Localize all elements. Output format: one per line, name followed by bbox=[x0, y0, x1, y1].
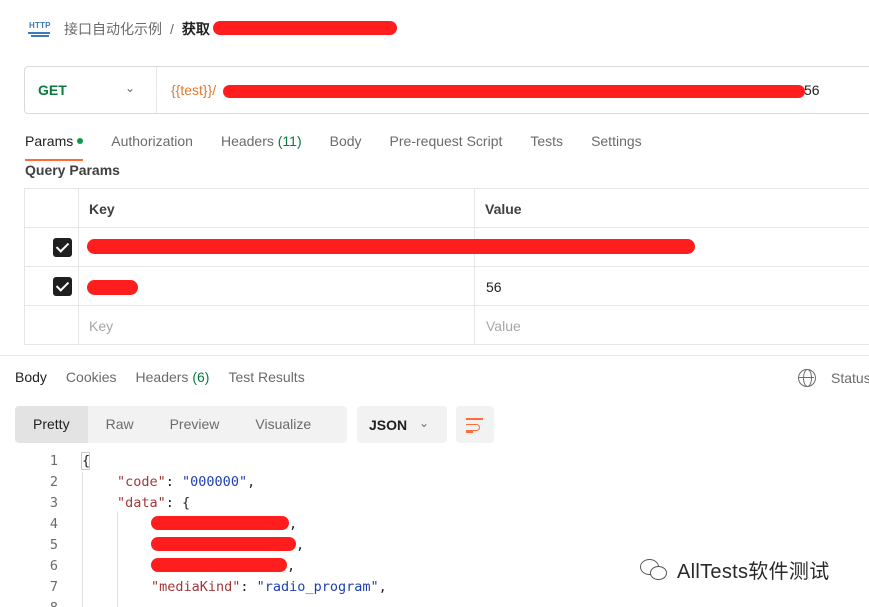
new-value-input[interactable]: Value bbox=[475, 306, 869, 344]
table-header-row: Key Value bbox=[25, 189, 869, 228]
view-preview-button[interactable]: Preview bbox=[152, 406, 238, 443]
view-raw-button[interactable]: Raw bbox=[88, 406, 152, 443]
format-select[interactable]: JSON ⌄ bbox=[357, 406, 447, 443]
url-bar: GET ⌄ {{test}}/ 56 bbox=[24, 66, 869, 114]
redacted-request-name bbox=[213, 21, 397, 35]
code-line: 5 , bbox=[49, 537, 305, 553]
params-active-dot bbox=[77, 138, 84, 145]
watermark: AllTests软件测试 bbox=[638, 555, 830, 584]
method-select[interactable]: GET bbox=[38, 82, 67, 98]
status-label: Status bbox=[831, 370, 869, 386]
response-tab-cookies[interactable]: Cookies bbox=[66, 369, 117, 385]
url-input[interactable]: 56 bbox=[804, 82, 820, 98]
param-key-cell[interactable] bbox=[79, 267, 475, 305]
wrap-lines-button[interactable] bbox=[456, 406, 494, 443]
request-tabs: Params Authorization Headers (11) Body P… bbox=[25, 133, 670, 161]
code-line: 3 "data": { bbox=[49, 495, 191, 511]
tab-body[interactable]: Body bbox=[330, 133, 362, 161]
new-key-input[interactable]: Key bbox=[79, 306, 475, 344]
param-value-cell[interactable]: 56 bbox=[475, 267, 869, 305]
param-checkbox[interactable] bbox=[53, 277, 72, 296]
response-tab-headers[interactable]: Headers (6) bbox=[136, 369, 210, 385]
request-title[interactable]: 获取 bbox=[182, 19, 210, 39]
query-params-title: Query Params bbox=[25, 162, 120, 178]
globe-icon[interactable] bbox=[798, 369, 816, 387]
response-tab-test-results[interactable]: Test Results bbox=[228, 369, 304, 385]
tab-pre-request-script[interactable]: Pre-request Script bbox=[390, 133, 503, 161]
wrap-lines-icon bbox=[466, 418, 483, 420]
tab-tests[interactable]: Tests bbox=[530, 133, 563, 161]
breadcrumb-separator: / bbox=[170, 21, 174, 37]
redacted-code bbox=[151, 516, 289, 530]
response-tab-body[interactable]: Body bbox=[15, 369, 47, 385]
table-row-empty: Key Value bbox=[25, 306, 869, 345]
view-visualize-button[interactable]: Visualize bbox=[237, 406, 329, 443]
url-variable[interactable]: {{test}}/ bbox=[171, 82, 216, 98]
url-divider bbox=[156, 67, 157, 113]
chevron-down-icon: ⌄ bbox=[419, 416, 430, 430]
response-tabs: Body Cookies Headers (6) Test Results bbox=[15, 369, 324, 385]
tab-params[interactable]: Params bbox=[25, 133, 84, 161]
watermark-text: AllTests软件测试 bbox=[677, 561, 830, 583]
code-line: 2 "code": "000000", bbox=[49, 474, 256, 490]
value-column-header: Value bbox=[485, 201, 522, 217]
query-params-table: Key Value 56 Key Value bbox=[24, 188, 869, 345]
chevron-down-icon[interactable]: ⌄ bbox=[125, 81, 139, 95]
code-line: 4 , bbox=[49, 516, 298, 532]
tab-headers[interactable]: Headers (11) bbox=[221, 133, 302, 161]
table-row: 56 bbox=[25, 267, 869, 306]
param-value: 56 bbox=[486, 279, 502, 295]
tab-settings[interactable]: Settings bbox=[591, 133, 642, 161]
redacted-param-key bbox=[87, 280, 138, 295]
view-pretty-button[interactable]: Pretty bbox=[15, 406, 88, 443]
breadcrumb: HTTP 接口自动化示例 / 获取 bbox=[28, 16, 210, 42]
view-mode-toggle: Pretty Raw Preview Visualize bbox=[15, 406, 347, 443]
param-checkbox[interactable] bbox=[53, 238, 72, 257]
key-column-header: Key bbox=[89, 201, 115, 217]
tab-authorization[interactable]: Authorization bbox=[111, 133, 193, 161]
redacted-url bbox=[223, 85, 805, 98]
breadcrumb-collection[interactable]: 接口自动化示例 bbox=[64, 19, 162, 39]
panel-divider[interactable] bbox=[0, 355, 869, 356]
code-line: 8 bbox=[0, 598, 869, 607]
http-request-icon: HTTP bbox=[28, 19, 52, 39]
redacted-code bbox=[151, 558, 287, 572]
redacted-param-key bbox=[87, 239, 695, 254]
code-line: 1 { bbox=[49, 452, 91, 470]
redacted-code bbox=[151, 537, 296, 551]
wechat-icon bbox=[638, 556, 670, 584]
